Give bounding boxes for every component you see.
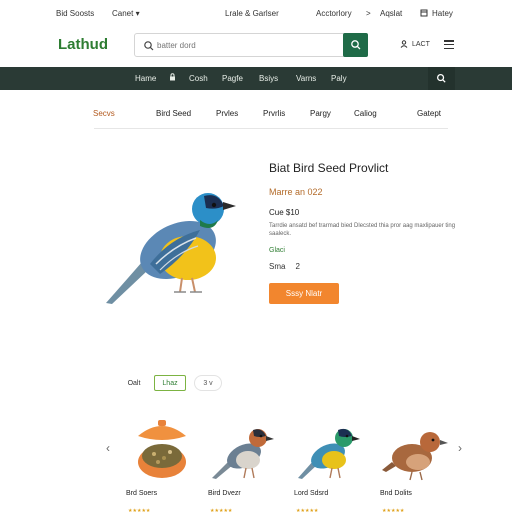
star-rating-icon: ★★★★★ bbox=[296, 508, 319, 512]
nav-item-home[interactable]: Hame bbox=[135, 74, 156, 83]
category-tab-gatept[interactable]: Gatept bbox=[417, 109, 441, 118]
account-label: LACT bbox=[412, 40, 430, 48]
chevron-right-icon: > bbox=[366, 9, 371, 18]
seed-feeder-image bbox=[138, 420, 186, 478]
bird-image bbox=[298, 428, 360, 479]
utility-link-help[interactable]: Hatey bbox=[432, 9, 453, 18]
product-stock: Cue $10 bbox=[269, 208, 300, 217]
size-label: Sma bbox=[269, 262, 286, 271]
category-tab-prvrlis[interactable]: Prvrlis bbox=[263, 109, 285, 118]
product-card[interactable]: Lord Sdsrd ★★★★★ bbox=[292, 412, 370, 512]
utility-link-bird-seeds[interactable]: Bid Soosts bbox=[56, 9, 94, 18]
product-card[interactable]: Bird Dvezr ★★★★★ bbox=[206, 412, 284, 512]
bird-image bbox=[212, 429, 274, 479]
search-icon bbox=[350, 40, 360, 50]
nav-item-paly[interactable]: Paly bbox=[331, 74, 347, 83]
user-icon bbox=[400, 40, 408, 48]
card-name: Brd Soers bbox=[126, 490, 158, 497]
card-name: Bird Dvezr bbox=[208, 490, 241, 497]
nav-item-cosh[interactable]: Cosh bbox=[189, 74, 208, 83]
carousel-prev-icon[interactable]: ‹ bbox=[106, 441, 110, 455]
utility-dropdown-label: Canet bbox=[112, 9, 134, 18]
filter-chip-lhaz[interactable]: Lhaz bbox=[154, 375, 186, 391]
product-price: Marre an 022 bbox=[269, 187, 323, 197]
filter-chip-oalt[interactable]: Oalt bbox=[122, 375, 146, 391]
category-tab-prvles[interactable]: Prvles bbox=[216, 109, 238, 118]
product-image bbox=[106, 193, 236, 304]
bird-image bbox=[382, 432, 448, 481]
nav-item-bsiys[interactable]: Bsiys bbox=[259, 74, 278, 83]
utility-dropdown-category[interactable]: Canet ▾ bbox=[112, 9, 140, 18]
utility-link-accessory[interactable]: Acctorlory bbox=[316, 9, 352, 18]
size-value[interactable]: 2 bbox=[295, 262, 299, 271]
cart-icon[interactable] bbox=[420, 9, 428, 19]
category-tab-bird-seed[interactable]: Bird Seed bbox=[156, 109, 191, 118]
star-rating-icon: ★★★★★ bbox=[382, 508, 405, 512]
product-card[interactable]: Brd Soers ★★★★★ bbox=[124, 412, 202, 512]
category-divider bbox=[94, 128, 448, 129]
product-title: Biat Bird Seed Provlict bbox=[269, 161, 389, 175]
filter-chip-dropdown[interactable]: 3 v bbox=[194, 375, 222, 391]
nav-search-button[interactable] bbox=[428, 67, 455, 90]
product-option[interactable]: Glaci bbox=[269, 247, 285, 254]
product-card[interactable]: Bnd Dolits ★★★★★ bbox=[378, 412, 456, 512]
search-icon bbox=[437, 74, 446, 83]
star-rating-icon: ★★★★★ bbox=[128, 508, 151, 512]
shop-now-button[interactable]: Sssy Nlatr bbox=[269, 283, 339, 304]
category-tab-caliog[interactable]: Caliog bbox=[354, 109, 377, 118]
search-button[interactable] bbox=[343, 33, 368, 57]
utility-bar: Bid Soosts Canet ▾ Lrale & Garlser Accto… bbox=[0, 0, 512, 26]
product-size: Sma 2 bbox=[269, 262, 300, 271]
star-rating-icon: ★★★★★ bbox=[210, 508, 233, 512]
chevron-down-icon: ▾ bbox=[135, 9, 140, 18]
account-button[interactable]: LACT bbox=[400, 40, 430, 48]
utility-link-middle[interactable]: Lrale & Garlser bbox=[225, 9, 279, 18]
category-tab-secvs[interactable]: Secvs bbox=[93, 109, 115, 118]
search-input[interactable] bbox=[157, 37, 337, 53]
product-description: Tarrdie ansatd bef trarmad bied Dlecsted… bbox=[269, 223, 456, 237]
card-name: Lord Sdsrd bbox=[294, 490, 329, 497]
nav-item-pagfe[interactable]: Pagfe bbox=[222, 74, 243, 83]
nav-item-varns[interactable]: Varns bbox=[296, 74, 316, 83]
card-name: Bnd Dolits bbox=[380, 490, 412, 497]
site-logo[interactable]: Lathud bbox=[58, 36, 108, 53]
carousel-next-icon[interactable]: › bbox=[458, 441, 462, 455]
utility-link-aqslat[interactable]: Aqslat bbox=[380, 9, 402, 18]
category-tab-pargy[interactable]: Pargy bbox=[310, 109, 331, 118]
lock-icon bbox=[169, 73, 176, 83]
menu-icon[interactable] bbox=[444, 40, 454, 49]
search-icon bbox=[143, 39, 155, 51]
search-box bbox=[134, 33, 368, 57]
